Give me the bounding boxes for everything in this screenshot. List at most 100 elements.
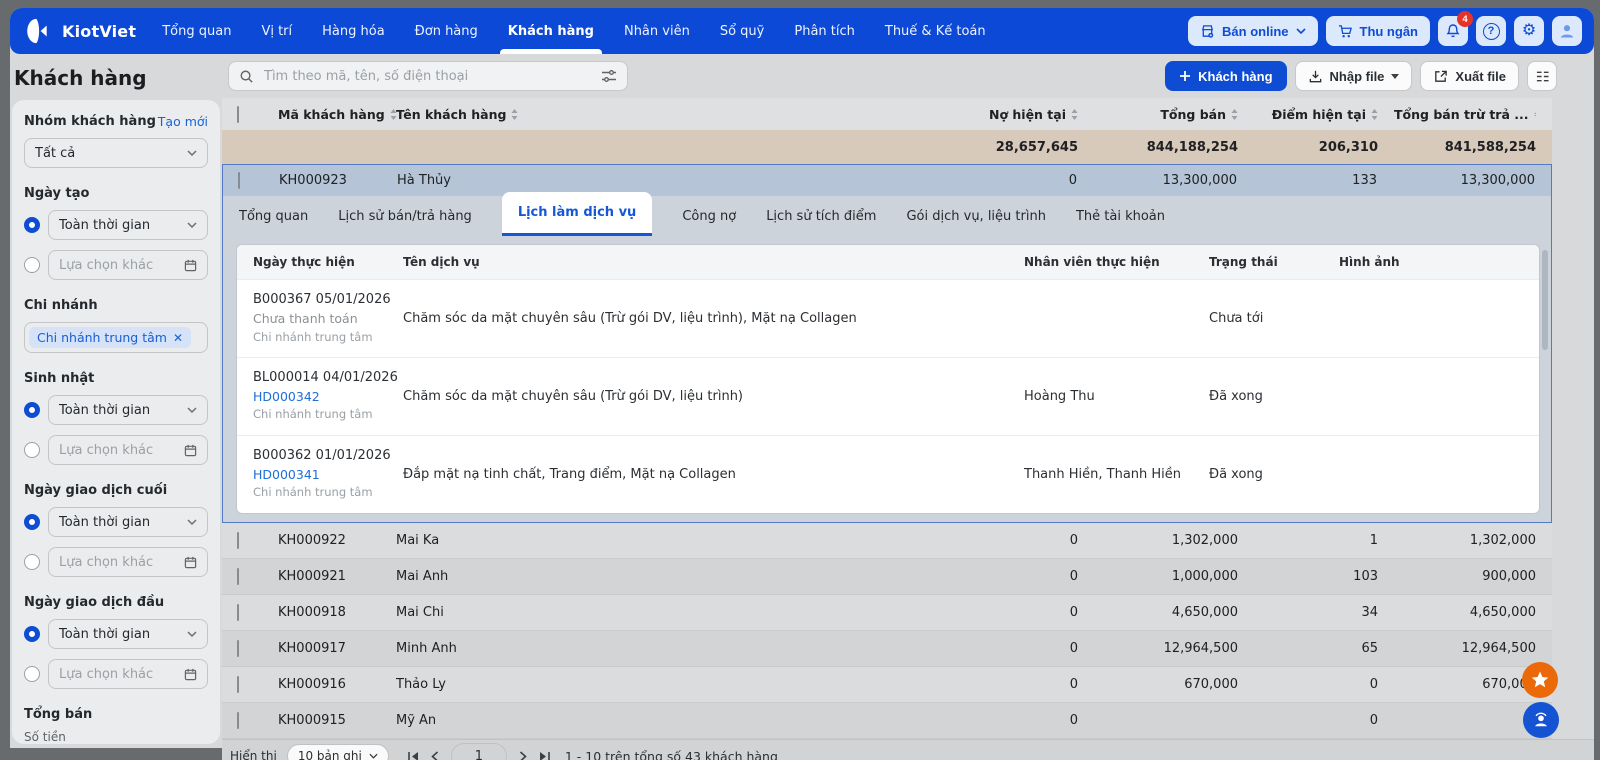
nav-item[interactable]: Đơn hàng [415,8,478,54]
branch-chip[interactable]: Chi nhánh trung tâm ✕ [29,327,192,348]
service-doc-ref[interactable]: HD000341 [253,466,403,485]
service-branch: Chi nhánh trung tâm [253,485,373,500]
create-group-link[interactable]: Tạo mới [158,114,208,129]
cart-icon [1338,24,1352,37]
sort-icon[interactable] [1231,108,1238,120]
detail-scrollbar[interactable] [1542,250,1548,350]
sort-icon[interactable] [1071,108,1078,120]
customer-row[interactable]: KH000921 Mai Anh 0 1,000,000 103 900,000 [222,558,1552,595]
import-file-button[interactable]: Nhập file [1294,61,1413,91]
radio-selected[interactable] [24,402,40,418]
export-file-button[interactable]: Xuất file [1420,61,1519,91]
filter-sliders-icon[interactable] [601,69,617,83]
page-number-input[interactable] [450,743,507,760]
select-all-checkbox[interactable] [237,105,239,123]
sort-icon[interactable] [511,108,518,120]
column-header[interactable]: Tổng bán trừ trả ... [1394,107,1536,122]
row-checkbox[interactable] [237,531,239,549]
time-range-select[interactable]: Toàn thời gian [48,395,208,425]
row-checkbox[interactable] [238,172,240,189]
thu-ngan-button[interactable]: Thu ngân [1325,16,1430,46]
sort-icon[interactable] [1371,108,1378,120]
time-range-select[interactable]: Toàn thời gian [48,507,208,537]
row-checkbox[interactable] [237,639,239,657]
last-page-button[interactable] [539,751,551,760]
nav-item[interactable]: Sổ quỹ [720,8,765,54]
radio-unselected[interactable] [24,257,40,273]
chevron-down-icon [187,407,197,413]
search-input[interactable] [262,67,593,85]
custom-date-input[interactable]: Lựa chọn khác [48,250,208,280]
add-customer-button[interactable]: Khách hàng [1165,61,1287,91]
sort-icon[interactable] [1533,109,1536,120]
radio-selected[interactable] [24,626,40,642]
nav-item[interactable]: Khách hàng [499,8,603,54]
next-page-button[interactable] [519,750,527,760]
nav-item[interactable]: Thuế & Kế toán [885,8,986,54]
selected-customer-row[interactable]: KH000923 Hà Thủy 0 13,300,000 133 13,300… [223,165,1551,196]
customer-row[interactable]: KH000922 Mai Ka 0 1,302,000 1 1,302,000 [222,522,1552,559]
customer-code: KH000915 [278,712,346,728]
column-header[interactable]: Điểm hiện tại [1254,107,1378,122]
remove-chip-icon[interactable]: ✕ [173,331,183,345]
customer-row[interactable]: KH000916 Thảo Ly 0 670,000 0 670,000 [222,666,1552,703]
nav-item[interactable]: Nhân viên [624,8,690,54]
service-row[interactable]: B000367 05/01/2026 Chưa thanh toán Chi n… [237,279,1539,357]
first-page-button[interactable] [407,751,419,760]
support-fab-button[interactable] [1523,702,1559,738]
service-row[interactable]: B000362 01/01/2026 HD000341 Chi nhánh tr… [237,434,1539,513]
summary-row: 28,657,645 844,188,254 206,310 841,588,254 [222,130,1552,164]
detail-tab[interactable]: Lịch sử tích điểm [766,196,876,236]
detail-tab[interactable]: Lịch sử bán/trả hàng [338,196,472,236]
customer-row[interactable]: KH000915 Mỹ An 0 0 [222,702,1552,739]
nav-item[interactable]: Hàng hóa [322,8,385,54]
column-header[interactable]: Nợ hiện tại [944,107,1078,122]
service-doc-ref[interactable]: HD000342 [253,388,403,407]
column-header[interactable]: Tổng bán [1094,107,1238,122]
nav-item[interactable]: Vị trí [261,8,292,54]
custom-date-input[interactable]: Lựa chọn khác [48,547,208,577]
chevron-down-icon [187,150,197,156]
radio-selected[interactable] [24,514,40,530]
detail-tab[interactable]: Tổng quan [239,196,308,236]
customer-group-select[interactable]: Tất cả [24,138,208,168]
detail-tab[interactable]: Gói dịch vụ, liệu trình [906,196,1045,236]
column-header[interactable]: Tên khách hàng [396,107,518,122]
brand[interactable]: KiotViet [26,17,136,45]
custom-date-input[interactable]: Lựa chọn khác [48,659,208,689]
nav-item[interactable]: Tổng quan [162,8,231,54]
service-doc-ref[interactable]: Chưa thanh toán [253,310,403,329]
column-header[interactable]: Mã khách hàng [278,107,397,122]
page-size-select[interactable]: 10 bản ghi [286,744,389,760]
radio-selected[interactable] [24,217,40,233]
radio-unselected[interactable] [24,442,40,458]
prev-page-button[interactable] [431,750,439,760]
row-checkbox[interactable] [237,567,239,585]
custom-date-input[interactable]: Lựa chọn khác [48,435,208,465]
row-checkbox[interactable] [237,675,239,693]
row-checkbox[interactable] [237,603,239,621]
notifications-button[interactable]: 4 [1438,11,1473,46]
customer-row[interactable]: KH000917 Minh Anh 0 12,964,500 65 12,964… [222,630,1552,667]
nav-item[interactable]: Phân tích [794,8,855,54]
profile-button[interactable] [1552,16,1582,46]
time-range-select[interactable]: Toàn thời gian [48,619,208,649]
detail-tab[interactable]: Lịch làm dịch vụ [501,192,653,236]
time-range-select[interactable]: Toàn thời gian [48,210,208,240]
customer-debt: 0 [1069,532,1078,548]
detail-tab[interactable]: Thẻ tài khoản [1076,196,1165,236]
branch-select[interactable]: Chi nhánh trung tâm ✕ [24,322,208,353]
service-row[interactable]: BL000014 04/01/2026 HD000342 Chi nhánh t… [237,356,1539,435]
customer-points: 65 [1361,640,1378,656]
detail-tabs: Tổng quan Lịch sử bán/trả hàng Lịch làm dị… [223,192,1551,236]
customer-row[interactable]: KH000918 Mai Chi 0 4,650,000 34 4,650,00… [222,594,1552,631]
radio-unselected[interactable] [24,554,40,570]
settings-button[interactable]: ⚙ [1514,16,1544,46]
radio-unselected[interactable] [24,666,40,682]
column-settings-button[interactable] [1527,61,1557,91]
rewards-fab-button[interactable] [1522,662,1558,698]
help-button[interactable]: ? [1476,16,1506,46]
row-checkbox[interactable] [237,711,239,729]
detail-tab[interactable]: Công nợ [682,196,736,236]
ban-online-button[interactable]: Bán online [1188,16,1318,46]
